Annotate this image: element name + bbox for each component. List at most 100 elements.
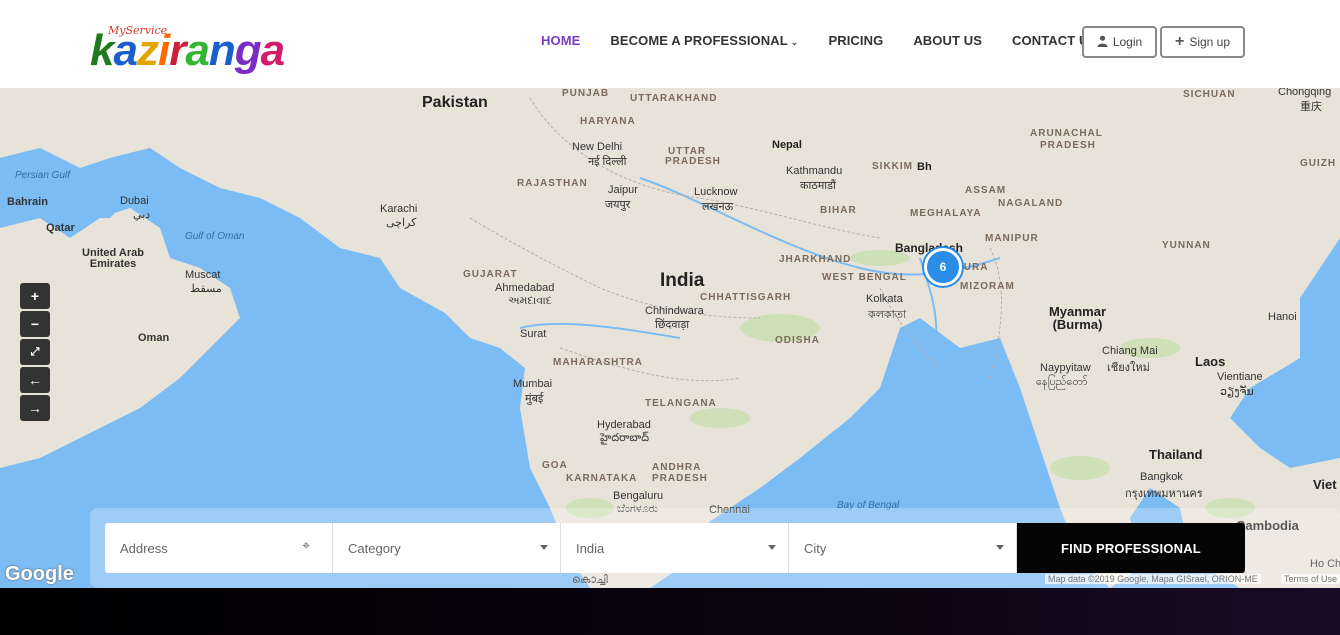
map-label-bangkok: Bangkok	[1140, 471, 1183, 483]
plus-icon: +	[1174, 33, 1185, 50]
category-value: Category	[348, 540, 401, 556]
map-label-chongqing-local: 重庆	[1300, 101, 1322, 113]
map-label-muscat-local: مسقط	[190, 283, 222, 295]
locate-icon[interactable]: ⌖	[302, 537, 310, 554]
map-label-bahrain: Bahrain	[7, 196, 48, 208]
map-label-muscat: Muscat	[185, 269, 221, 281]
map-label-meghalaya: MEGHALAYA	[910, 208, 982, 219]
map-label-assam: ASSAM	[965, 185, 1007, 196]
signup-button[interactable]: + Sign up	[1160, 26, 1245, 58]
category-select[interactable]: Category	[333, 523, 561, 573]
map-label-hyderabad: Hyderabad	[597, 419, 651, 431]
city-value: City	[804, 540, 827, 556]
map-label-lucknow: Lucknow	[694, 186, 738, 198]
brand-letter: a	[113, 26, 138, 75]
brand-letter: r	[169, 26, 186, 75]
map-label-chhindwara-local: छिंदवाड़ा	[655, 319, 690, 331]
site-header: MyService kaziranga HOME BECOME A PROFES…	[0, 0, 1340, 88]
map-label-mumbai: Mumbai	[513, 378, 553, 390]
map-label-bangkok-local: กรุงเทพมหานคร	[1125, 488, 1203, 500]
map-label-ahmedabad-local: અમદાવાદ	[508, 295, 552, 307]
brand-letter: z	[136, 26, 159, 75]
map-label-andhra-1: ANDHRA	[652, 462, 702, 473]
map-label-karnataka: KARNATAKA	[566, 473, 638, 484]
caret-down-icon	[996, 545, 1004, 550]
map-label-pakistan: Pakistan	[422, 94, 488, 111]
address-input[interactable]: Address ⌖	[105, 523, 333, 573]
map-label-gulf-oman: Gulf of Oman	[185, 231, 245, 242]
map-label-kolkata-local: কলকাতা	[868, 309, 907, 321]
map-label-persian-gulf: Persian Gulf	[15, 170, 71, 181]
map-label-chiang-mai: Chiang Mai	[1102, 345, 1158, 357]
nav-become-label: BECOME A PROFESSIONAL	[610, 33, 788, 48]
nav-become-professional[interactable]: BECOME A PROFESSIONAL ⌄	[610, 33, 798, 48]
map-label-uttar-pradesh-2: PRADESH	[665, 156, 721, 167]
brand-letter: i	[157, 26, 170, 75]
map-label-kolkata: Kolkata	[866, 293, 903, 305]
city-select[interactable]: City	[789, 523, 1017, 573]
map-label-west-bengal: WEST BENGAL	[822, 272, 907, 283]
map-label-bengaluru: Bengaluru	[613, 490, 664, 502]
map-cluster-marker[interactable]: 6	[924, 248, 962, 286]
map-label-vientiane-local: ວຽງຈັນ	[1220, 386, 1254, 398]
map-label-lucknow-local: लखनऊ	[702, 201, 734, 213]
map-label-laos: Laos	[1195, 354, 1226, 369]
map-label-guizhou: GUIZH	[1300, 158, 1337, 169]
map-label-gujarat: GUJARAT	[463, 269, 518, 280]
user-icon	[1097, 35, 1108, 50]
map-label-uae: United Arab Emirates	[82, 247, 144, 270]
map-label-andhra-2: PRADESH	[652, 473, 708, 484]
map-label-arunachal-1: ARUNACHAL	[1030, 128, 1103, 139]
map-label-hanoi: Hanoi	[1268, 311, 1297, 323]
arrow-right-icon[interactable]: →	[20, 395, 50, 421]
login-label: Login	[1112, 35, 1143, 49]
google-logo: Google	[5, 563, 74, 585]
find-professional-button[interactable]: FIND PROFESSIONAL	[1017, 523, 1245, 573]
country-value: India	[576, 540, 605, 556]
zoom-out-button[interactable]: −	[20, 311, 50, 337]
country-select[interactable]: India	[561, 523, 789, 573]
zoom-in-button[interactable]: +	[20, 283, 50, 309]
map-label-jharkhand: JHARKHAND	[779, 254, 852, 265]
chevron-down-icon: ⌄	[790, 37, 799, 47]
map-label-kathmandu-local: काठमाडौं	[800, 180, 836, 192]
map-label-dubai: Dubai	[120, 195, 149, 207]
caret-down-icon	[540, 545, 548, 550]
map-label-hyderabad-local: హైదరాబాద్	[600, 432, 649, 444]
map-label-bhutan: Bh	[917, 161, 932, 173]
caret-down-icon	[768, 545, 776, 550]
login-button[interactable]: Login	[1082, 26, 1157, 58]
map-label-karachi: Karachi	[380, 203, 418, 215]
brand-letter: a	[260, 26, 286, 75]
footer-bar	[0, 588, 1340, 635]
arrow-left-icon[interactable]: ←	[20, 367, 50, 393]
map-label-yunnan: YUNNAN	[1162, 240, 1211, 251]
map-label-viet: Viet	[1313, 477, 1337, 492]
brand-wordmark: kaziranga	[90, 26, 286, 76]
map-label-bihar: BIHAR	[820, 205, 857, 216]
map-label-odisha: ODISHA	[775, 335, 820, 346]
map-label-nagaland: NAGALAND	[998, 198, 1064, 209]
map-label-chhattisgarh: CHHATTISGARH	[700, 292, 792, 303]
map-label-sikkim: SIKKIM	[872, 161, 913, 172]
address-placeholder: Address	[120, 540, 168, 556]
map-label-punjab: PUNJAB	[562, 88, 610, 99]
nav-about[interactable]: ABOUT US	[913, 33, 982, 48]
nav-pricing[interactable]: PRICING	[828, 33, 883, 48]
brand-letter: a	[185, 26, 210, 75]
map-label-goa: GOA	[542, 460, 568, 471]
map-label-manipur: MANIPUR	[985, 233, 1039, 244]
map-label-telangana: TELANGANA	[645, 398, 717, 409]
brand-logo[interactable]: MyService kaziranga	[90, 20, 320, 80]
map-label-rajasthan: RAJASTHAN	[517, 178, 588, 189]
nav-home[interactable]: HOME	[541, 33, 580, 48]
map-label-jaipur-local: जयपुर	[605, 199, 631, 211]
map-label-new-delhi-local: नई दिल्ली	[588, 156, 627, 168]
map-label-myanmar: Myanmar (Burma)	[1048, 304, 1107, 332]
map-label-dubai-local: دبي	[133, 209, 151, 221]
map-label-india: India	[660, 270, 705, 291]
map-label-oman: Oman	[138, 332, 170, 344]
map-label-kathmandu: Kathmandu	[786, 165, 843, 177]
fullscreen-button[interactable]: ⤢	[20, 339, 50, 365]
map-label-mumbai-local: मुंबई	[525, 393, 544, 405]
